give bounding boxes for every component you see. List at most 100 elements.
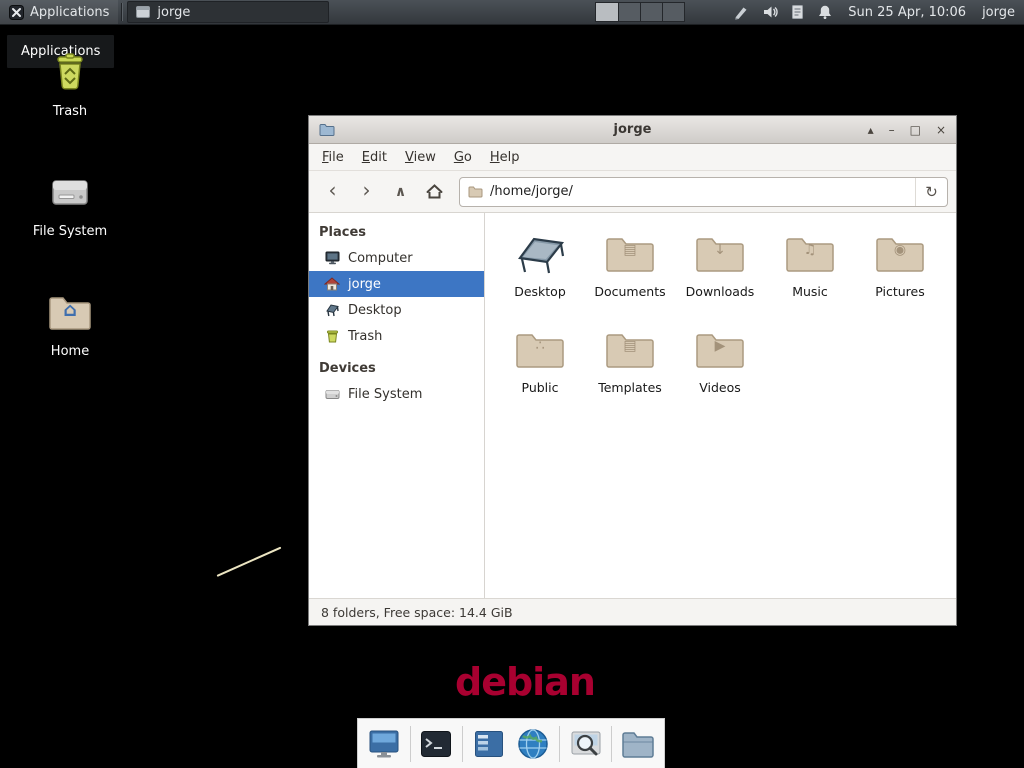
terminal-icon bbox=[420, 730, 452, 758]
status-bar: 8 folders, Free space: 14.4 GiB bbox=[309, 598, 956, 625]
folder-icon: ♫ bbox=[765, 225, 855, 283]
sidebar-item-label: Desktop bbox=[348, 303, 402, 318]
display-settings-launcher[interactable] bbox=[366, 726, 402, 762]
home-icon bbox=[426, 184, 443, 199]
menu-edit[interactable]: Edit bbox=[353, 146, 396, 169]
maximize-button[interactable]: □ bbox=[910, 124, 921, 136]
panel-clock[interactable]: Sun 25 Apr, 10:06 bbox=[848, 0, 966, 24]
taskbar-window-label: jorge bbox=[157, 5, 190, 20]
sidebar-item-trash[interactable]: Trash bbox=[309, 323, 484, 349]
folder-icon bbox=[621, 730, 655, 758]
file-item-pictures[interactable]: ◉ Pictures bbox=[855, 225, 945, 321]
sidebar-item-label: Trash bbox=[348, 329, 382, 344]
terminal-launcher[interactable] bbox=[418, 726, 454, 762]
reload-button[interactable]: ↻ bbox=[915, 178, 947, 206]
window-titlebar[interactable]: jorge ▴ – □ × bbox=[309, 116, 956, 144]
sidebar-item-computer[interactable]: Computer bbox=[309, 245, 484, 271]
forward-button[interactable]: › bbox=[351, 177, 382, 207]
shade-button[interactable]: ▴ bbox=[868, 124, 874, 136]
menu-file[interactable]: File bbox=[313, 146, 353, 169]
workspace-2[interactable] bbox=[618, 3, 640, 21]
drive-icon bbox=[324, 386, 340, 402]
file-item-downloads[interactable]: ↓ Downloads bbox=[675, 225, 765, 321]
file-label: Music bbox=[765, 284, 855, 299]
stylus-icon[interactable] bbox=[733, 4, 749, 20]
application-finder-launcher[interactable] bbox=[568, 726, 604, 762]
file-item-music[interactable]: ♫ Music bbox=[765, 225, 855, 321]
volume-icon[interactable] bbox=[762, 4, 778, 20]
sidebar-item-label: Computer bbox=[348, 251, 413, 266]
devices-header: Devices bbox=[309, 355, 484, 381]
panel-preferences-launcher[interactable] bbox=[471, 726, 507, 762]
folder-icon: ▤ bbox=[585, 225, 675, 283]
desktop-icon-file-system[interactable]: File System bbox=[15, 168, 125, 239]
panel-user-label: jorge bbox=[982, 0, 1015, 24]
window-icon bbox=[136, 6, 150, 18]
workspace-4[interactable] bbox=[662, 3, 684, 21]
folder-icon bbox=[468, 186, 483, 198]
drive-icon bbox=[15, 168, 125, 216]
file-label: Downloads bbox=[675, 284, 765, 299]
back-button[interactable]: ‹ bbox=[317, 177, 348, 207]
places-sidebar: Places Computer bbox=[309, 213, 485, 598]
file-label: Documents bbox=[585, 284, 675, 299]
sidebar-item-file-system[interactable]: File System bbox=[309, 381, 484, 407]
home-button[interactable] bbox=[419, 177, 450, 207]
workspace-switcher bbox=[595, 2, 685, 22]
sidebar-item-jorge[interactable]: jorge bbox=[309, 271, 484, 297]
clock-text: Sun 25 Apr, 10:06 bbox=[848, 5, 966, 20]
desktop-line-artifact bbox=[217, 547, 282, 577]
folder-icon: ▤ bbox=[585, 321, 675, 379]
menu-bar: File Edit View Go Help bbox=[309, 144, 956, 171]
menu-view[interactable]: View bbox=[396, 146, 445, 169]
file-grid: Desktop ▤ Documents ↓ Downlo bbox=[485, 213, 956, 598]
menu-go[interactable]: Go bbox=[445, 146, 481, 169]
path-text: /home/jorge/ bbox=[490, 184, 908, 199]
desktop-icon-trash[interactable]: Trash bbox=[15, 48, 125, 119]
file-manager-launcher[interactable] bbox=[620, 726, 656, 762]
display-icon bbox=[368, 729, 400, 759]
web-browser-launcher[interactable] bbox=[515, 726, 551, 762]
up-button[interactable]: ∧ bbox=[385, 177, 416, 207]
folder-icon bbox=[319, 123, 335, 136]
file-label: Public bbox=[495, 380, 585, 395]
file-item-desktop[interactable]: Desktop bbox=[495, 225, 585, 321]
workspace-3[interactable] bbox=[640, 3, 662, 21]
places-header: Places bbox=[309, 219, 484, 245]
user-text: jorge bbox=[982, 5, 1015, 20]
minimize-button[interactable]: – bbox=[889, 124, 895, 136]
toolbar: ‹ › ∧ /home/jorge/ ↻ bbox=[309, 171, 956, 213]
file-item-templates[interactable]: ▤ Templates bbox=[585, 321, 675, 417]
trash-icon bbox=[15, 48, 125, 96]
desktop-icon bbox=[324, 302, 340, 318]
file-label: Desktop bbox=[495, 284, 585, 299]
folder-icon: ◉ bbox=[855, 225, 945, 283]
close-button[interactable]: × bbox=[936, 124, 946, 136]
system-tray bbox=[733, 0, 833, 24]
taskbar-window-button[interactable]: jorge bbox=[127, 1, 329, 23]
applications-menu-button[interactable]: Applications bbox=[0, 0, 118, 24]
file-item-videos[interactable]: ▶ Videos bbox=[675, 321, 765, 417]
dock-separator bbox=[410, 726, 411, 762]
file-item-documents[interactable]: ▤ Documents bbox=[585, 225, 675, 321]
file-label: Videos bbox=[675, 380, 765, 395]
sidebar-item-label: File System bbox=[348, 387, 422, 402]
folder-icon: ∴ bbox=[495, 321, 585, 379]
notification-bell-icon[interactable] bbox=[817, 4, 833, 20]
sidebar-item-desktop[interactable]: Desktop bbox=[309, 297, 484, 323]
folder-icon: ↓ bbox=[675, 225, 765, 283]
file-item-public[interactable]: ∴ Public bbox=[495, 321, 585, 417]
path-bar[interactable]: /home/jorge/ ↻ bbox=[459, 177, 948, 207]
desktop-icon-label: Trash bbox=[15, 104, 125, 119]
menu-help[interactable]: Help bbox=[481, 146, 529, 169]
file-label: Pictures bbox=[855, 284, 945, 299]
clipboard-icon[interactable] bbox=[791, 4, 804, 20]
debian-logo: debian bbox=[455, 660, 595, 704]
desktop-icon-home[interactable]: ⌂ Home bbox=[15, 288, 125, 359]
dock-separator bbox=[462, 726, 463, 762]
workspace-1[interactable] bbox=[596, 3, 618, 21]
applications-menu-label: Applications bbox=[30, 5, 109, 20]
status-text: 8 folders, Free space: 14.4 GiB bbox=[321, 605, 513, 620]
panel-icon bbox=[474, 730, 504, 758]
magnifier-icon bbox=[570, 729, 602, 759]
